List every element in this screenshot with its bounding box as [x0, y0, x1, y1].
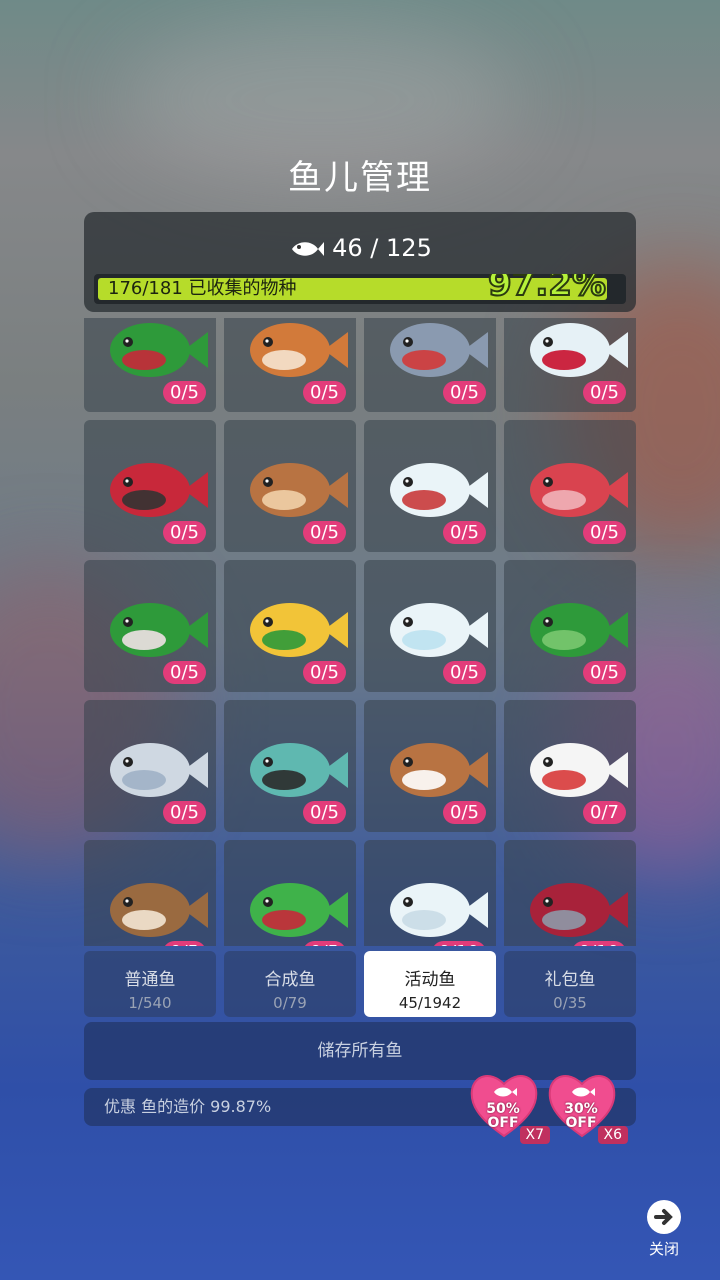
coupon-50-off[interactable]: 50% OFF X7: [468, 1070, 550, 1144]
fish-card[interactable]: 0/5: [364, 420, 496, 552]
fish-icon: [292, 242, 325, 256]
fish-count-badge: 0/5: [443, 381, 486, 404]
fish-grid[interactable]: 0/5 0/5 0/5 0/5 0/5 0/5 0/5 0/5 0/5 0/5 0/5 0/5 0/5 0…: [84, 318, 636, 946]
fish-count-badge: 0/5: [583, 381, 626, 404]
holly-shark-icon: [250, 883, 348, 937]
tab-merged-fish[interactable]: 合成鱼 0/79: [224, 951, 356, 1017]
nutcracker-shark-icon: [530, 883, 628, 937]
fish-count-badge: 0/5: [443, 661, 486, 684]
fish-card[interactable]: 0/5: [224, 420, 356, 552]
fish-count-badge: 0/10: [431, 941, 486, 946]
fish-count-badge: 0/5: [303, 801, 346, 824]
fish-count-badge: 0/7: [583, 801, 626, 824]
fish-count-badge: 0/5: [163, 381, 206, 404]
fish-count-badge: 0/10: [571, 941, 626, 946]
close-label: 关闭: [648, 1240, 679, 1258]
fish-card[interactable]: 0/5: [364, 560, 496, 692]
fish-count-badge: 0/5: [583, 521, 626, 544]
tab-label: 活动鱼: [404, 970, 456, 990]
tab-gift-fish[interactable]: 礼包鱼 0/35: [504, 951, 636, 1017]
fish-count-badge: 0/5: [443, 521, 486, 544]
fish-card[interactable]: 0/5: [84, 420, 216, 552]
cookie-manta-ray-icon: [110, 883, 208, 937]
fish-count-badge: 0/5: [303, 521, 346, 544]
fish-card[interactable]: 0/10: [504, 840, 636, 946]
page-title: 鱼儿管理: [288, 158, 432, 198]
close-button[interactable]: 关闭: [642, 1200, 686, 1259]
fish-card[interactable]: 0/7: [504, 700, 636, 832]
fish-card[interactable]: 0/5: [504, 318, 636, 412]
fish-count-badge: 0/5: [163, 801, 206, 824]
tab-count: 1/540: [128, 994, 172, 1012]
fish-card[interactable]: 0/5: [504, 420, 636, 552]
tab-normal-fish[interactable]: 普通鱼 1/540: [84, 951, 216, 1017]
tab-label: 合成鱼: [264, 970, 316, 990]
species-progress-label: 176/181 已收集的物种: [108, 278, 297, 299]
species-progress-percent: 97.2%: [487, 274, 607, 304]
fish-count-value: 46 / 125: [332, 234, 432, 262]
fish-card[interactable]: 0/5: [224, 700, 356, 832]
fish-count-badge: 0/5: [163, 941, 206, 946]
fish-count-badge: 0/5: [163, 521, 206, 544]
tab-label: 礼包鱼: [544, 970, 596, 990]
fish-card[interactable]: 0/5: [364, 700, 496, 832]
fish-card[interactable]: 0/5: [224, 318, 356, 412]
fish-card[interactable]: 0/5: [84, 318, 216, 412]
fish-card[interactable]: 0/5: [224, 840, 356, 946]
tab-count: 45/1942: [398, 994, 462, 1012]
fish-card[interactable]: 0/5: [504, 560, 636, 692]
arrow-right-icon: [647, 1200, 681, 1234]
coupon-quantity: X6: [597, 1126, 628, 1144]
fish-card[interactable]: 0/10: [364, 840, 496, 946]
species-progress-bar: 176/181 已收集的物种 97.2%: [94, 274, 626, 304]
tab-event-fish[interactable]: 活动鱼 45/1942: [364, 951, 496, 1017]
tab-count: 0/79: [273, 994, 307, 1012]
fish-card[interactable]: 0/5: [364, 318, 496, 412]
fish-card[interactable]: 0/5: [224, 560, 356, 692]
fish-card[interactable]: 0/5: [84, 840, 216, 946]
fish-count-badge: 0/5: [163, 661, 206, 684]
fish-count-badge: 0/5: [303, 661, 346, 684]
fish-count-badge: 0/5: [443, 801, 486, 824]
fish-count-badge: 0/5: [303, 381, 346, 404]
fish-card[interactable]: 0/5: [84, 560, 216, 692]
fish-count: 46 / 125: [84, 234, 636, 262]
fish-count-badge: 0/5: [583, 661, 626, 684]
coupon-30-off[interactable]: 30% OFF X6: [546, 1070, 628, 1144]
collection-summary-panel: 46 / 125 176/181 已收集的物种 97.2%: [84, 212, 636, 312]
fish-count-badge: 0/5: [303, 941, 346, 946]
ice-tree-shark-icon: [390, 883, 488, 937]
tab-count: 0/35: [553, 994, 587, 1012]
fish-card[interactable]: 0/5: [84, 700, 216, 832]
tab-label: 普通鱼: [124, 970, 176, 990]
